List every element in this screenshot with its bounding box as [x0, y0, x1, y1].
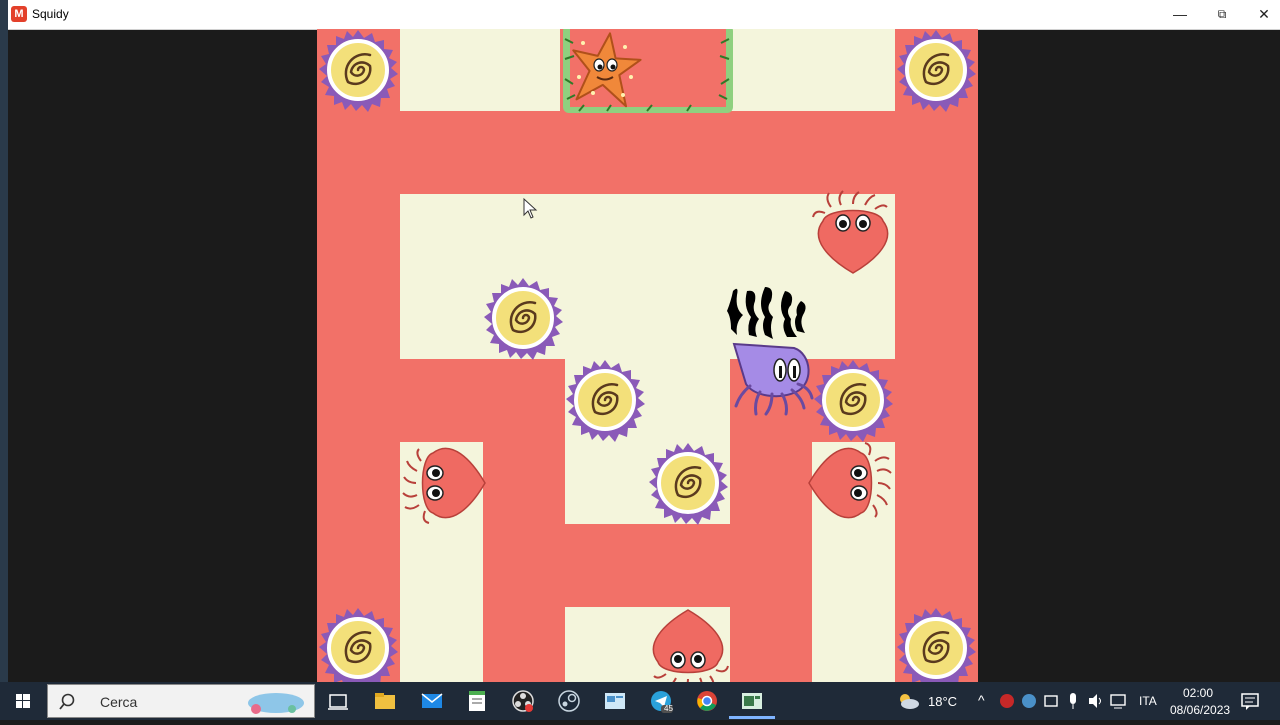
game-canvas[interactable] — [317, 29, 978, 682]
start-button[interactable] — [0, 682, 46, 720]
desktop-edge — [0, 0, 8, 720]
mail-icon[interactable] — [420, 689, 444, 713]
window-title: Squidy — [32, 7, 69, 21]
search-box[interactable]: Cerca — [47, 684, 315, 718]
weather-temp: 18°C — [928, 694, 958, 709]
weather-icon[interactable] — [896, 689, 922, 713]
sea-urchin — [317, 606, 400, 682]
minimize-button[interactable]: — — [1158, 0, 1202, 29]
monogame-tool-icon[interactable] — [603, 689, 627, 713]
clock-date[interactable]: 08/06/2023 — [1170, 703, 1230, 717]
sea-urchin — [895, 606, 978, 682]
app-icon: M — [11, 6, 27, 22]
windows-logo-icon — [16, 694, 30, 708]
window-titlebar[interactable]: M Squidy — ⧉ ✕ — [8, 0, 1280, 30]
tray-app-icon[interactable] — [998, 689, 1016, 713]
squidy-app-icon[interactable] — [740, 689, 764, 713]
taskbar: Cerca 45 18°C ^ ITA 02:00 08/06/2023 — [0, 682, 1280, 720]
volume-icon[interactable] — [1086, 689, 1104, 713]
floor-tile — [400, 194, 895, 359]
network-icon[interactable] — [1108, 689, 1128, 713]
sea-urchin — [895, 29, 978, 114]
microphone-icon[interactable] — [1064, 689, 1082, 713]
active-app-indicator — [729, 716, 775, 719]
tray-camera-icon[interactable] — [1042, 689, 1060, 713]
clock-time[interactable]: 02:00 — [1183, 686, 1213, 700]
notifications-icon[interactable] — [1238, 689, 1262, 713]
chrome-icon[interactable] — [695, 689, 719, 713]
search-highlight-icon — [248, 693, 304, 714]
language-indicator[interactable]: ITA — [1139, 694, 1157, 708]
telegram-badge: 45 — [664, 704, 673, 713]
close-button[interactable]: ✕ — [1242, 0, 1280, 29]
file-explorer-icon[interactable] — [373, 689, 397, 713]
steam-icon[interactable] — [557, 689, 581, 713]
obs-icon[interactable] — [511, 689, 535, 713]
floor-tile — [725, 29, 895, 111]
restore-button[interactable]: ⧉ — [1200, 0, 1244, 29]
chevron-up-icon[interactable]: ^ — [978, 692, 985, 708]
tray-network-app-icon[interactable] — [1020, 689, 1038, 713]
search-icon — [59, 693, 75, 710]
search-placeholder: Cerca — [100, 694, 138, 710]
task-view-icon[interactable] — [326, 689, 350, 713]
sea-urchin — [317, 29, 400, 114]
notepad-icon[interactable] — [465, 689, 489, 713]
floor-tile — [400, 29, 560, 111]
wall-block — [400, 359, 565, 442]
